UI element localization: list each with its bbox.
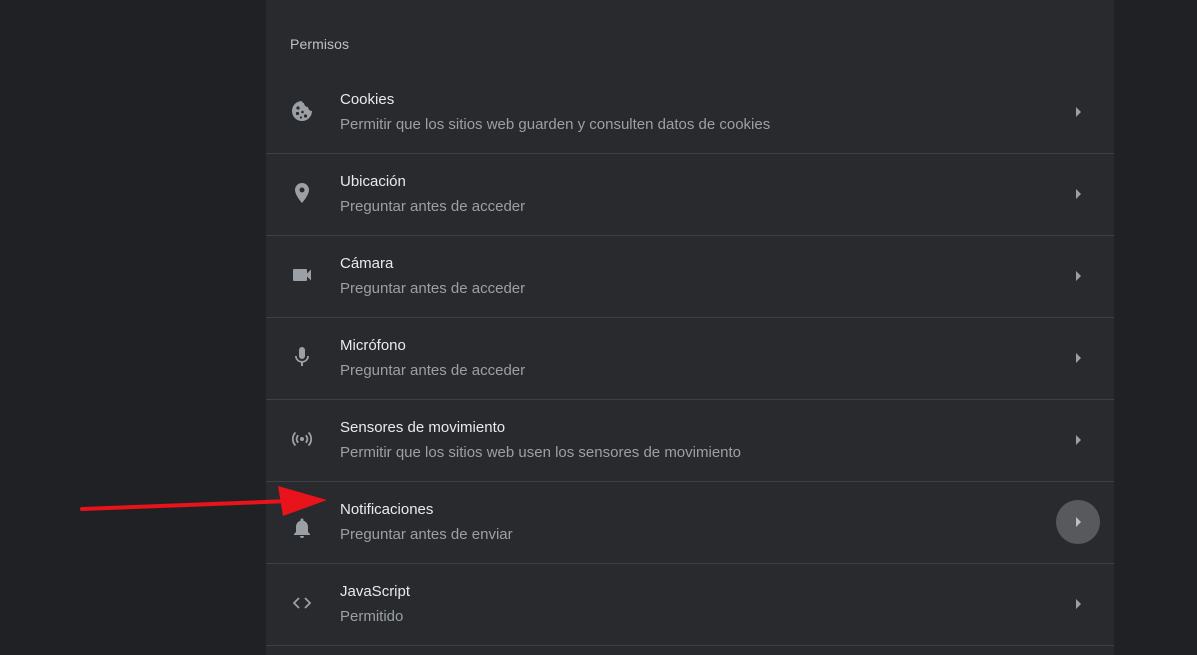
settings-page: Permisos Cookies Permitir que los sitios…: [0, 0, 1197, 655]
row-microphone[interactable]: Micrófono Preguntar antes de acceder: [266, 318, 1114, 400]
microphone-icon: [290, 345, 314, 369]
row-javascript[interactable]: JavaScript Permitido: [266, 564, 1114, 646]
row-description: Permitir que los sitios web usen los sen…: [340, 444, 742, 461]
row-label: Sensores de movimiento: [340, 419, 506, 436]
chevron-right-icon[interactable]: [1056, 500, 1100, 544]
chevron-right-icon[interactable]: [1056, 582, 1100, 626]
chevron-right-icon[interactable]: [1056, 418, 1100, 462]
row-description: Permitir que los sitios web guarden y co…: [340, 116, 771, 133]
row-label: JavaScript: [340, 583, 411, 600]
row-label: Notificaciones: [340, 501, 434, 518]
row-description: Preguntar antes de acceder: [340, 362, 526, 379]
bell-icon: [290, 509, 314, 538]
row-cookies[interactable]: Cookies Permitir que los sitios web guar…: [266, 72, 1114, 154]
motion-sensor-icon: [290, 427, 314, 451]
row-notifications[interactable]: Notificaciones Preguntar antes de enviar: [266, 482, 1114, 564]
row-camera[interactable]: Cámara Preguntar antes de acceder: [266, 236, 1114, 318]
permissions-list: Cookies Permitir que los sitios web guar…: [266, 72, 1114, 646]
row-description: Permitido: [340, 608, 404, 625]
row-description: Preguntar antes de acceder: [340, 198, 526, 215]
chevron-right-icon[interactable]: [1056, 254, 1100, 298]
row-description: Preguntar antes de enviar: [340, 526, 513, 543]
settings-card: Permisos Cookies Permitir que los sitios…: [266, 0, 1114, 655]
chevron-right-icon[interactable]: [1056, 336, 1100, 380]
cookie-icon: [290, 99, 314, 123]
row-label: Micrófono: [340, 337, 406, 354]
row-motion-sensors[interactable]: Sensores de movimiento Permitir que los …: [266, 400, 1114, 482]
code-icon: [290, 591, 314, 615]
row-label: Cámara: [340, 255, 394, 272]
row-label: Cookies: [340, 91, 395, 108]
row-label: Ubicación: [340, 173, 406, 190]
row-description: Preguntar antes de acceder: [340, 280, 526, 297]
chevron-right-icon[interactable]: [1056, 172, 1100, 216]
chevron-right-icon[interactable]: [1056, 90, 1100, 134]
row-location[interactable]: Ubicación Preguntar antes de acceder: [266, 154, 1114, 236]
location-pin-icon: [290, 181, 314, 205]
section-title: Permisos: [290, 36, 350, 52]
camera-icon: [290, 263, 314, 287]
